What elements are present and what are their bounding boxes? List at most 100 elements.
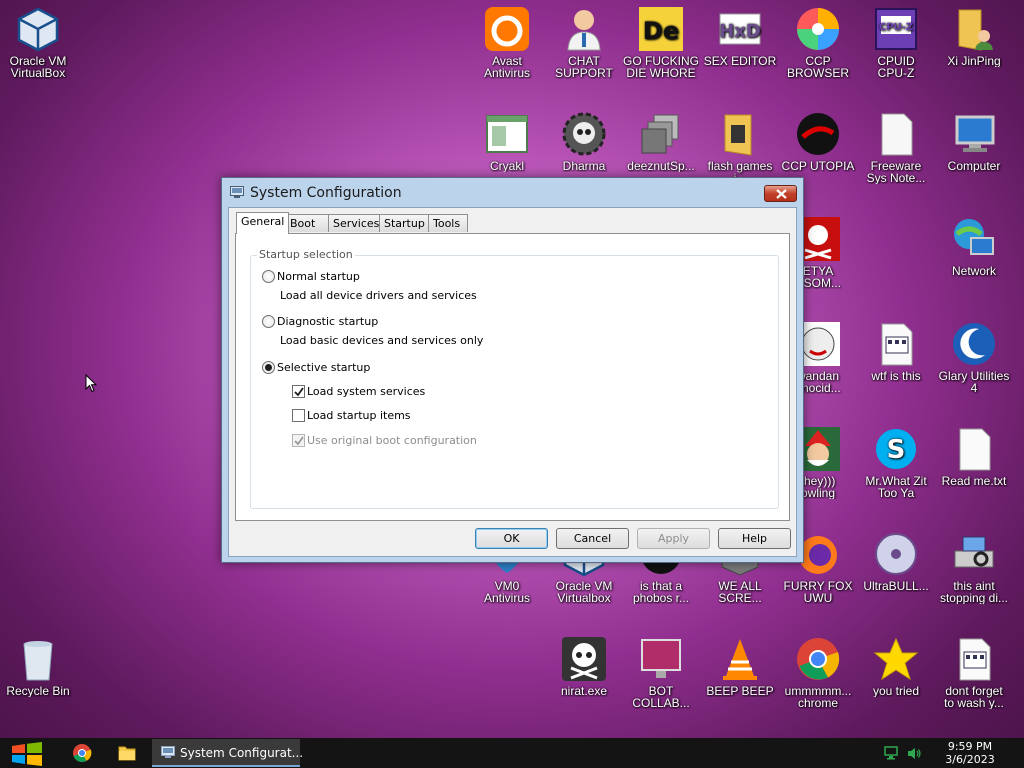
window-title: System Configuration xyxy=(250,185,402,201)
desktop-icon-label: Glary Utilities 4 xyxy=(938,370,1010,394)
moon-icon xyxy=(951,321,997,367)
desktop-icon-recycle[interactable]: Recycle Bin xyxy=(0,636,76,697)
desktop-icon-chat-support[interactable]: CHAT SUPPORT xyxy=(546,6,622,79)
desktop-icon-dont-forget[interactable]: dont forget to wash y... xyxy=(936,636,1012,709)
apply-button: Apply xyxy=(637,528,710,549)
desktop-icon-deeznut[interactable]: deeznutSp... xyxy=(623,111,699,172)
desktop-icon-label: BEEP BEEP xyxy=(706,685,774,697)
desktop-icon-label: deeznutSp... xyxy=(627,160,695,172)
red-dark-icon xyxy=(795,111,841,157)
tab-general[interactable]: General xyxy=(236,212,290,234)
clock-date: 3/6/2023 xyxy=(945,753,995,766)
desktop-icon-label: this aint stopping di... xyxy=(939,580,1009,604)
desktop-icon-readme[interactable]: Read me.txt xyxy=(936,426,1012,487)
pinwheel-icon xyxy=(795,6,841,52)
text-file-icon xyxy=(951,426,997,472)
normal-startup-desc: Load all device drivers and services xyxy=(280,289,477,302)
desktop-icon-beep[interactable]: BEEP BEEP xyxy=(702,636,778,697)
desktop-icon-label: VM0 Antivirus xyxy=(483,580,530,604)
help-button[interactable]: Help xyxy=(718,528,791,549)
desktop-icon-label: CHAT SUPPORT xyxy=(555,55,613,79)
svg-text:De: De xyxy=(643,17,679,45)
load-startup-items-label[interactable]: Load startup items xyxy=(307,409,411,422)
desktop-icon-you-tried[interactable]: you tried xyxy=(858,636,934,697)
ok-button[interactable]: OK xyxy=(475,528,548,549)
volume-tray-icon[interactable] xyxy=(906,746,922,761)
load-startup-items-checkbox[interactable] xyxy=(292,409,305,422)
desktop-icon-label: Oracle VM VirtualBox xyxy=(9,55,67,79)
file-explorer-icon[interactable] xyxy=(113,741,141,765)
desktop-icon-computer[interactable]: Computer xyxy=(936,111,1012,172)
desktop-icon-cryakl[interactable]: Cryakl xyxy=(469,111,545,172)
desktop-icon-label: dont forget to wash y... xyxy=(944,685,1004,709)
desktop-icon-label: Xi JinPing xyxy=(947,55,1001,67)
desktop-icon-nirat[interactable]: nirat.exe xyxy=(546,636,622,697)
desktop-icon-wtf[interactable]: wtf is this xyxy=(858,321,934,382)
monitor-red-icon xyxy=(638,636,684,682)
desktop-icon-label: Recycle Bin xyxy=(6,685,70,697)
selective-startup-radio[interactable] xyxy=(262,361,275,374)
svg-text:S: S xyxy=(887,435,906,465)
desktop-icon-network[interactable]: Network xyxy=(936,216,1012,277)
desktop-icon-chrome[interactable]: ummmmm... chrome xyxy=(780,636,856,709)
desktop-icon-go-die[interactable]: De GO FUCKING DIE WHORE xyxy=(623,6,699,79)
taskbar-item-label: System Configurat... xyxy=(180,746,304,760)
diagnostic-startup-label[interactable]: Diagnostic startup xyxy=(277,315,378,328)
desktop-icon-this-aint[interactable]: this aint stopping di... xyxy=(936,531,1012,604)
window-icon xyxy=(484,111,530,157)
diagnostic-startup-radio[interactable] xyxy=(262,315,275,328)
desktop-icon-flash-games[interactable]: flash games i... xyxy=(702,111,778,184)
windows-start-icon[interactable] xyxy=(10,742,44,766)
desktop-icon-avast[interactable]: Avast Antivirus xyxy=(469,6,545,79)
desktop-icon-glary[interactable]: Glary Utilities 4 xyxy=(936,321,1012,394)
desktop-icon-label: nirat.exe xyxy=(560,685,608,697)
normal-startup-label[interactable]: Normal startup xyxy=(277,270,360,283)
desktop-icon-label: Mr.What Zit Too Ya xyxy=(865,475,927,499)
tab-boot[interactable]: Boot xyxy=(285,214,329,232)
desktop-icon-ccp-utopia[interactable]: CCP UTOPIA xyxy=(780,111,856,172)
network-tray-icon[interactable] xyxy=(884,746,900,761)
desktop-icon-ultrabull[interactable]: UltraBULL... xyxy=(858,531,934,592)
recycle-bin-icon xyxy=(15,636,61,682)
clock-time: 9:59 PM xyxy=(947,740,993,753)
selective-startup-label[interactable]: Selective startup xyxy=(277,361,370,374)
taskbar: System Configurat... 9:59 PM 3/6/2023 xyxy=(0,738,1024,768)
desktop-icon-ccp-browser[interactable]: CCP BROWSER xyxy=(780,6,856,79)
desktop-icon-xi-jinping[interactable]: Xi JinPing xyxy=(936,6,1012,67)
desktop-icon-mr-what[interactable]: S Mr.What Zit Too Ya xyxy=(858,426,934,499)
tab-services[interactable]: Services xyxy=(328,214,380,232)
desktop-icon-label: WE ALL SCRE... xyxy=(718,580,762,604)
normal-startup-radio[interactable] xyxy=(262,270,275,283)
doctor-icon xyxy=(561,6,607,52)
tab-tools[interactable]: Tools xyxy=(428,214,468,232)
group-label: Startup selection xyxy=(257,248,355,261)
virtualbox-icon xyxy=(15,6,61,52)
desktop-icon-label: Dharma xyxy=(562,160,606,172)
vlc-icon xyxy=(717,636,763,682)
load-system-services-label[interactable]: Load system services xyxy=(307,385,425,398)
desktop-icon-label: ummmmm... chrome xyxy=(784,685,852,709)
use-original-boot-label: Use original boot configuration xyxy=(307,434,477,447)
desktop-icon-virtualbox[interactable]: Oracle VM VirtualBox xyxy=(0,6,76,79)
close-button[interactable] xyxy=(764,185,797,202)
desktop-icon-label: Cryakl xyxy=(489,160,524,172)
msconfig-icon xyxy=(230,186,244,198)
cancel-button[interactable]: Cancel xyxy=(556,528,629,549)
mouse-cursor-icon xyxy=(85,374,97,393)
disc-icon xyxy=(873,531,919,577)
load-system-services-checkbox[interactable] xyxy=(292,385,305,398)
desktop-icon-label: CCP UTOPIA xyxy=(781,160,855,172)
chrome-taskbar-icon[interactable] xyxy=(68,741,96,765)
stack-icon xyxy=(638,111,684,157)
desktop-icon-cpuid[interactable]: CPU-Z CPUID CPU-Z xyxy=(858,6,934,79)
desktop-icon-bot-collab[interactable]: BOT COLLAB... xyxy=(623,636,699,709)
desktop-icon-freeware[interactable]: Freeware Sys Note... xyxy=(858,111,934,184)
desktop-icon-dharma[interactable]: Dharma xyxy=(546,111,622,172)
tab-startup[interactable]: Startup xyxy=(379,214,429,232)
star-icon xyxy=(873,636,919,682)
system-clock[interactable]: 9:59 PM 3/6/2023 xyxy=(940,740,1000,766)
diagnostic-startup-desc: Load basic devices and services only xyxy=(280,334,484,347)
desktop-icon-sex-editor[interactable]: HxD SEX EDITOR xyxy=(702,6,778,67)
desktop-icon-label: you tried xyxy=(872,685,920,697)
taskbar-item-system-configuration[interactable]: System Configurat... xyxy=(152,739,304,767)
